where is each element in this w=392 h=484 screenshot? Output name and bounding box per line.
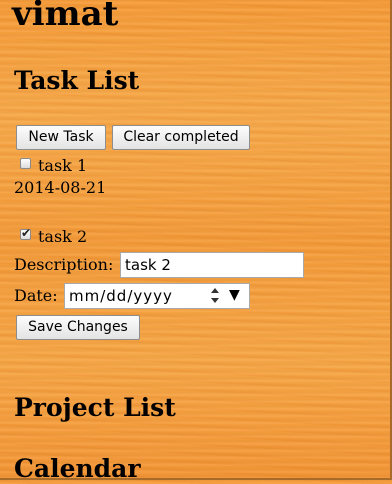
description-label: Description: <box>14 255 114 274</box>
task2-name: task 2 <box>38 227 88 246</box>
description-input[interactable]: task 2 <box>120 252 304 278</box>
date-spinner[interactable] <box>211 286 221 306</box>
checkmark-icon: ✔ <box>21 226 32 240</box>
app-title: vimat <box>12 0 119 34</box>
date-input[interactable]: mm/dd/yyyy ▼ <box>64 283 250 309</box>
task1-name: task 1 <box>38 156 88 175</box>
save-changes-button[interactable]: Save Changes <box>16 315 140 340</box>
task1-date: 2014-08-21 <box>14 178 107 197</box>
clear-completed-button[interactable]: Clear completed <box>112 125 250 150</box>
new-task-button[interactable]: New Task <box>16 125 106 150</box>
date-label: Date: <box>14 286 58 305</box>
dropdown-arrow-icon[interactable]: ▼ <box>229 283 241 307</box>
task1-checkbox[interactable] <box>20 158 31 169</box>
date-placeholder: mm/dd/yyyy <box>69 287 173 305</box>
task-list-heading: Task List <box>14 66 140 95</box>
spin-up-icon[interactable] <box>211 288 219 293</box>
project-list-heading: Project List <box>14 393 176 422</box>
spin-down-icon[interactable] <box>211 298 219 303</box>
task2-checkbox[interactable]: ✔ <box>20 226 31 240</box>
app-page: vimat Task List New Task Clear completed… <box>0 0 390 483</box>
